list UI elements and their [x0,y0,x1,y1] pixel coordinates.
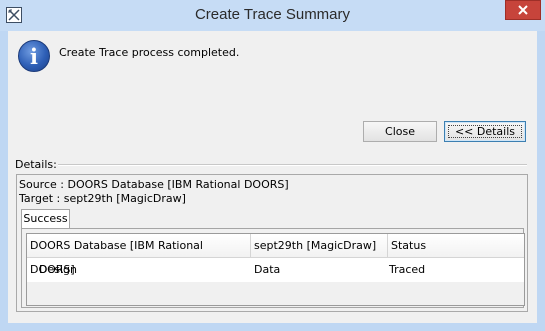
source-text: Source : DOORS Database [IBM Rational DO… [19,178,289,191]
details-toggle-button[interactable]: << Details [444,121,526,142]
cell-target: Data [254,263,281,276]
details-panel: Source : DOORS Database [IBM Rational DO… [16,174,528,312]
tab-panel-success: DOORS Database [IBM Rational DOORS] sept… [21,228,525,308]
column-header-source[interactable]: DOORS Database [IBM Rational DOORS] [27,234,251,276]
close-icon [518,5,528,15]
info-icon: i [18,40,50,72]
cell-source: Design [39,263,77,276]
cell-status: Traced [389,263,426,276]
tab-success[interactable]: Success [21,209,70,229]
results-table[interactable]: DOORS Database [IBM Rational DOORS] sept… [26,233,525,306]
title-bar[interactable]: Create Trace Summary [0,0,545,31]
window-title: Create Trace Summary [194,6,351,23]
column-header-status[interactable]: Status [388,234,524,258]
close-button[interactable]: Close [363,121,437,142]
dialog-content: i Create Trace process completed. Close … [8,31,537,323]
table-header: DOORS Database [IBM Rational DOORS] sept… [27,234,524,276]
focus-ring [448,125,522,138]
table-empty-area [27,282,524,305]
close-window-button[interactable] [505,0,541,20]
status-message: Create Trace process completed. [59,46,240,59]
target-text: Target : sept29th [MagicDraw] [19,192,186,205]
details-separator [58,164,527,166]
dialog-window: Create Trace Summary i Create Trace proc… [0,0,545,331]
details-label: Details: [15,158,57,171]
column-header-target[interactable]: sept29th [MagicDraw] [251,234,388,258]
table-row[interactable]: Design Data Traced [27,259,524,281]
